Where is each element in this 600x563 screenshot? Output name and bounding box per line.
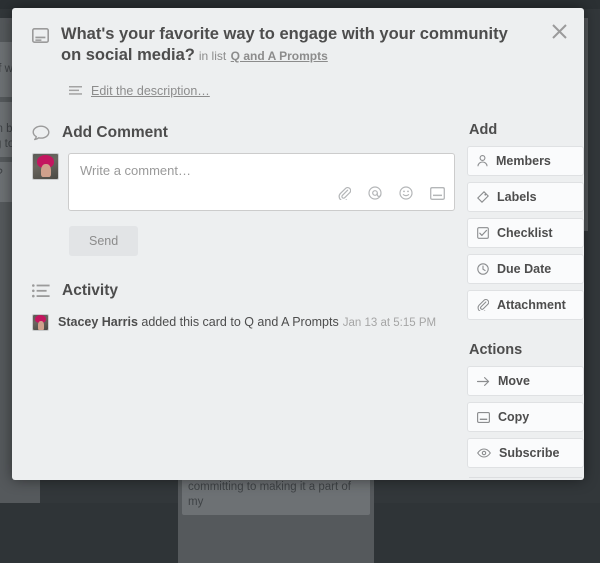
edit-description-link[interactable]: Edit the description… [91,84,210,98]
description-icon [69,86,82,97]
sidebar-item-subscribe[interactable]: Subscribe [467,438,584,468]
sidebar-item-move[interactable]: Move [467,366,584,396]
mention-icon[interactable] [368,186,382,205]
comment-toolbar [338,186,445,205]
arrow-right-icon [477,376,490,387]
label-tag-icon [477,191,489,203]
add-comment-title: Add Comment [62,124,168,142]
sidebar-item-copy[interactable]: Copy [467,402,584,432]
clock-icon [477,263,489,275]
avatar [32,153,59,180]
sidebar-actions-heading: Actions [469,342,584,358]
sidebar-item-members[interactable]: Members [467,146,584,176]
sidebar-item-label: Members [496,154,551,168]
activity-list-icon [32,284,50,298]
person-icon [477,155,488,167]
sidebar-item-label: Subscribe [499,446,559,460]
card-title-block: What's your favorite way to engage with … [61,24,524,66]
sidebar-item-label: Copy [498,410,529,424]
sidebar-divider [469,477,582,478]
avatar[interactable] [32,314,49,331]
description-row[interactable]: Edit the description… [69,84,467,98]
activity-entry-text: Stacey Harris added this card to Q and A… [58,314,436,332]
comment-bubble-icon [32,125,50,141]
card-detail-modal: What's your favorite way to engage with … [12,8,584,480]
comment-input-row: Write a comment… [32,153,467,211]
add-comment-header: Add Comment [32,124,467,142]
eye-icon [477,448,491,458]
modal-body: Edit the description… Add Comment Write … [12,66,584,480]
emoji-icon[interactable] [399,186,413,205]
copy-card-icon [477,412,490,423]
attachment-icon[interactable] [338,187,351,205]
background-card-text: committing to making it a part of my [188,480,364,510]
sidebar-item-label: Labels [497,190,537,204]
activity-entry: Stacey Harris added this card to Q and A… [32,314,467,332]
sidebar-add-heading: Add [469,122,584,138]
main-column: Edit the description… Add Comment Write … [12,66,467,480]
sidebar-item-due-date[interactable]: Due Date [467,254,584,284]
card-sidebar: Add Members Labels [467,66,584,480]
sidebar-item-checklist[interactable]: Checklist [467,218,584,248]
in-list-label: in list [199,49,226,63]
card-header: What's your favorite way to engage with … [12,8,584,66]
checkbox-icon [477,227,489,239]
activity-title: Activity [62,282,118,300]
sidebar-item-label: Attachment [497,298,566,312]
sidebar-item-label: Checklist [497,226,553,240]
card-icon [32,24,49,66]
sidebar-item-label: Move [498,374,530,388]
card-insert-icon[interactable] [430,187,445,205]
send-button[interactable]: Send [69,226,138,256]
paperclip-icon [477,299,489,311]
activity-header: Activity [32,282,467,300]
list-name-link[interactable]: Q and A Prompts [231,49,328,63]
sidebar-item-labels[interactable]: Labels [467,182,584,212]
comment-placeholder: Write a comment… [69,154,454,187]
activity-author[interactable]: Stacey Harris [58,315,138,329]
comment-input[interactable]: Write a comment… [68,153,455,211]
activity-timestamp: Jan 13 at 5:15 PM [343,317,436,329]
activity-action: added this card to Q and A Prompts [138,315,339,329]
sidebar-item-label: Due Date [497,262,551,276]
close-icon[interactable] [546,18,572,44]
sidebar-item-attachment[interactable]: Attachment [467,290,584,320]
